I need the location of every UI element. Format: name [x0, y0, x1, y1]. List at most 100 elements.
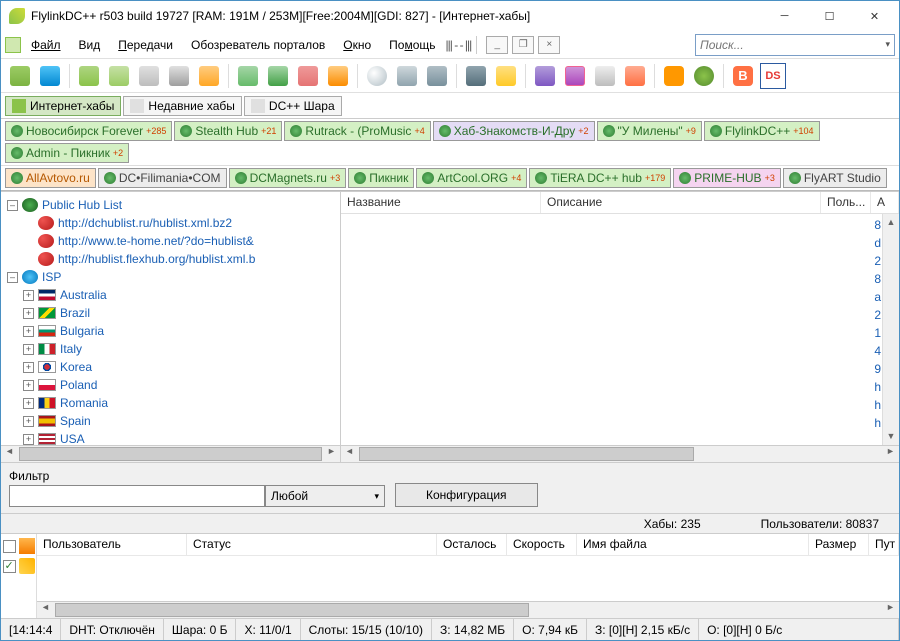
hub-tab[interactable]: TiERA DC++ hub+179 [529, 168, 671, 188]
menu-portals[interactable]: Обозреватель порталов [183, 35, 333, 55]
tree-row[interactable]: http://hublist.flexhub.org/hublist.xml.b [3, 250, 338, 268]
tb-dl2[interactable] [265, 63, 291, 89]
tcol-left[interactable]: Осталось [437, 534, 507, 555]
filter-input[interactable] [9, 485, 265, 507]
tree-row[interactable]: +Spain [3, 412, 338, 430]
hub-tab[interactable]: PRIME-HUB+3 [673, 168, 781, 188]
tb-recent[interactable] [196, 63, 222, 89]
tcol-file[interactable]: Имя файла [577, 534, 809, 555]
hub-tab[interactable]: "У Милены"+9 [597, 121, 702, 141]
app-menu-icon[interactable] [5, 37, 21, 53]
search-input[interactable] [700, 38, 885, 52]
tree-row[interactable]: +USA [3, 430, 338, 445]
tb-net2[interactable] [562, 63, 588, 89]
config-button[interactable]: Конфигурация [395, 483, 538, 507]
tb-adlsearch[interactable] [394, 63, 420, 89]
transfers-header[interactable]: Пользователь Статус Осталось Скорость Им… [37, 534, 899, 556]
maximize-button[interactable]: ☐ [807, 2, 852, 31]
tb-follow[interactable] [37, 63, 63, 89]
tb-globe[interactable] [691, 63, 717, 89]
tree-row[interactable]: –ISP [3, 268, 338, 286]
tb-dl1[interactable] [235, 63, 261, 89]
col-desc[interactable]: Описание [541, 192, 821, 213]
tb-cdm[interactable] [592, 63, 618, 89]
tb-spy[interactable] [424, 63, 450, 89]
tree-row[interactable]: –Public Hub List [3, 196, 338, 214]
tb-ul1[interactable] [295, 63, 321, 89]
hub-tab[interactable]: Admin - Пикник+2 [5, 143, 129, 163]
tb-notepad[interactable] [493, 63, 519, 89]
tb-blogger[interactable]: B [730, 63, 756, 89]
list-hscroll[interactable]: ◄ ► [341, 445, 899, 462]
tree-row[interactable]: +Poland [3, 376, 338, 394]
mdi-minimize-button[interactable]: _ [486, 36, 508, 54]
hub-tree[interactable]: –Public Hub Listhttp://dchublist.ru/hubl… [1, 192, 340, 445]
tb-settings[interactable] [463, 63, 489, 89]
tree-row[interactable]: +Brazil [3, 304, 338, 322]
tree-row[interactable]: +Korea [3, 358, 338, 376]
tcol-path[interactable]: Пут [869, 534, 899, 555]
tb-hubs[interactable] [76, 63, 102, 89]
tree-row[interactable]: http://www.te-home.net/?do=hublist& [3, 232, 338, 250]
hub-tab[interactable]: DC•Filimania•COM [98, 168, 227, 188]
tcol-speed[interactable]: Скорость [507, 534, 577, 555]
status-share: Шара: 0 Б [164, 619, 237, 640]
transfers-hscroll[interactable]: ◄ ► [37, 601, 899, 618]
hub-tab[interactable]: FlylinkDC+++104 [704, 121, 820, 141]
tb-users[interactable] [136, 63, 162, 89]
mdi-close-button[interactable]: × [538, 36, 560, 54]
tb-shutdown[interactable] [622, 63, 648, 89]
doc-tab[interactable]: DC++ Шара [244, 96, 342, 116]
list-body[interactable]: 8d28a2149hhh ▲ ▼ [341, 214, 899, 445]
hub-tab[interactable]: Пикник [348, 168, 414, 188]
tcol-status[interactable]: Статус [187, 534, 437, 555]
tb-rss[interactable] [661, 63, 687, 89]
menu-help[interactable]: Помощь [381, 35, 443, 55]
hub-tab[interactable]: Rutrack - (ProMusic+4 [284, 121, 430, 141]
hub-tab[interactable]: AllAvtovo.ru [5, 168, 96, 188]
tree-hscroll[interactable]: ◄ ► [1, 445, 340, 462]
list-header[interactable]: Название Описание Поль... A [341, 192, 899, 214]
hub-tab[interactable]: FlyART Studio [783, 168, 887, 188]
hub-tab[interactable]: Новосибирск Forever+285 [5, 121, 172, 141]
filter-check2[interactable]: ✓ [3, 560, 16, 573]
tb-reconnect[interactable] [7, 63, 33, 89]
menu-transfers[interactable]: Передачи [110, 35, 181, 55]
tb-users-fav[interactable] [166, 63, 192, 89]
menu-view[interactable]: Вид [71, 35, 109, 55]
status-z2: З: [0][H] 2,15 кБ/с [587, 619, 699, 640]
doc-tab[interactable]: Недавние хабы [123, 96, 242, 116]
tree-row[interactable]: +Romania [3, 394, 338, 412]
menu-window[interactable]: Окно [335, 35, 379, 55]
col-name[interactable]: Название [341, 192, 541, 213]
close-button[interactable]: ✕ [852, 2, 897, 31]
col-users[interactable]: Поль... [821, 192, 871, 213]
menu-file[interactable]: Файл [23, 35, 69, 55]
tree-row[interactable]: +Australia [3, 286, 338, 304]
doc-tab[interactable]: Интернет-хабы [5, 96, 121, 116]
col-a[interactable]: A [871, 192, 899, 213]
mdi-restore-button[interactable]: ❐ [512, 36, 534, 54]
search-box[interactable]: ▾ [695, 34, 895, 56]
tcol-user[interactable]: Пользователь [37, 534, 187, 555]
status-dht: DHT: Отключён [61, 619, 164, 640]
filter-type-select[interactable]: Любой▾ [265, 485, 385, 507]
filter-check1[interactable] [3, 540, 16, 553]
hub-tab[interactable]: Хаб-Знакомств-И-Дру+2 [433, 121, 595, 141]
tree-row[interactable]: http://dchublist.ru/hublist.xml.bz2 [3, 214, 338, 232]
list-vscroll[interactable]: ▲ ▼ [882, 214, 899, 445]
tb-ds[interactable]: DS [760, 63, 786, 89]
hub-tab[interactable]: DCMagnets.ru+3 [229, 168, 347, 188]
search-dropdown-icon[interactable]: ▾ [885, 39, 890, 50]
transfers-body[interactable] [37, 556, 899, 601]
hub-tab[interactable]: Stealth Hub+21 [174, 121, 282, 141]
tree-row[interactable]: +Bulgaria [3, 322, 338, 340]
hub-tab[interactable]: ArtCool.ORG+4 [416, 168, 527, 188]
tcol-size[interactable]: Размер [809, 534, 869, 555]
minimize-button[interactable]: ─ [762, 2, 807, 31]
tb-search[interactable] [364, 63, 390, 89]
tree-row[interactable]: +Italy [3, 340, 338, 358]
tb-hubs-fav[interactable] [106, 63, 132, 89]
tb-ul2[interactable] [325, 63, 351, 89]
tb-net1[interactable] [532, 63, 558, 89]
